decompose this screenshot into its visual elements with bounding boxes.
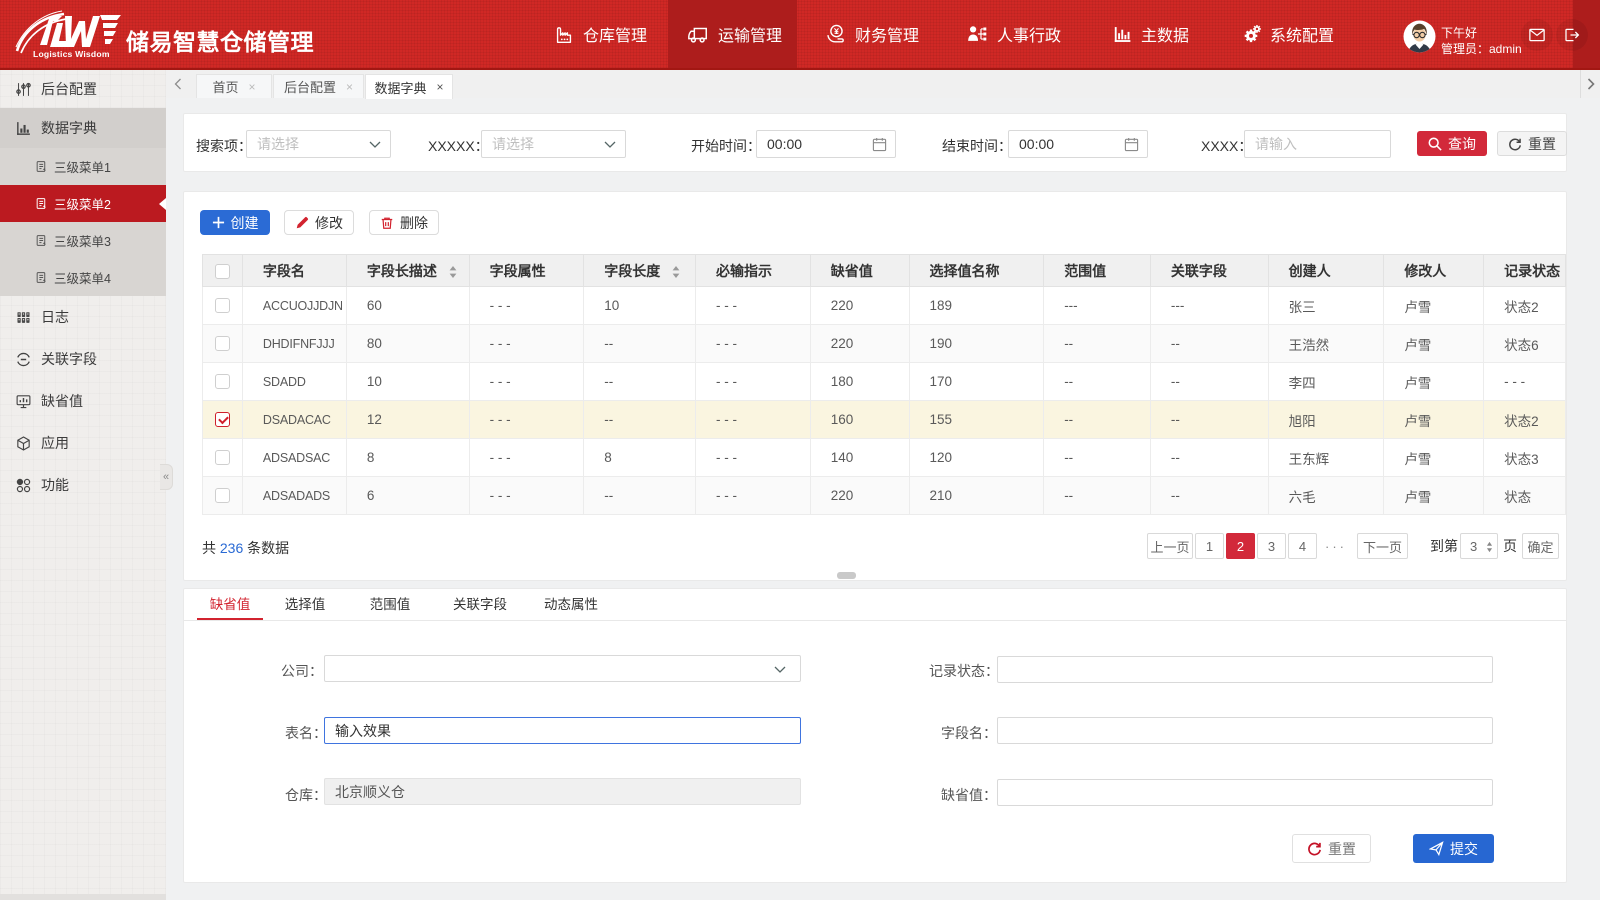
svg-text:Logistics Wisdom: Logistics Wisdom <box>33 49 110 59</box>
